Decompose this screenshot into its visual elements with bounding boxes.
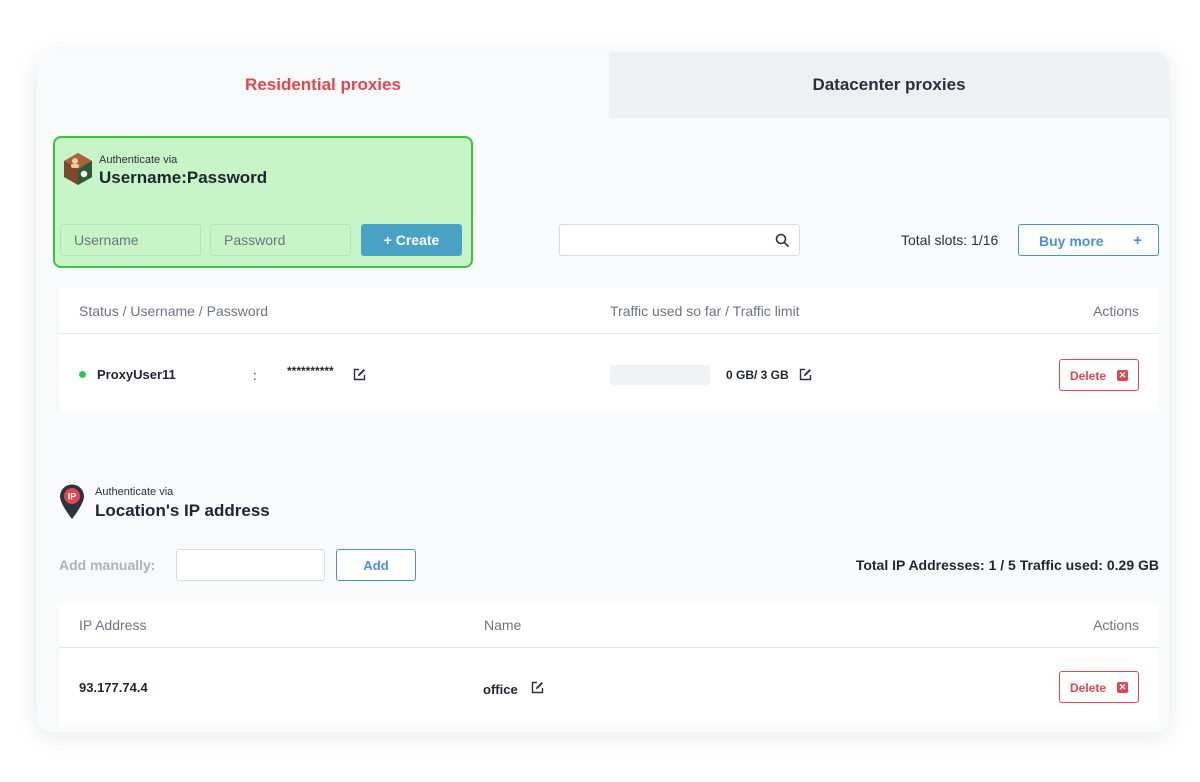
ip-addresses-table: IP Address Name Actions 93.177.74.4 offi… xyxy=(59,602,1159,727)
column-actions: Actions xyxy=(1093,303,1139,319)
create-button[interactable]: + Create xyxy=(361,224,462,256)
delete-user-button[interactable]: Delete ✕ xyxy=(1059,359,1139,391)
total-slots: Total slots: 1/16 xyxy=(901,232,999,248)
ip-address-input[interactable] xyxy=(176,549,325,581)
delete-label: Delete xyxy=(1070,681,1107,695)
userpass-auth-section: Authenticate via Username:Password + Cre… xyxy=(53,136,473,268)
tab-datacenter-proxies[interactable]: Datacenter proxies xyxy=(609,52,1169,118)
buy-more-label: Buy more xyxy=(1039,233,1104,249)
ip-auth-caption: Authenticate via xyxy=(95,486,174,498)
column-status-username-password: Status / Username / Password xyxy=(79,303,269,319)
delete-label: Delete xyxy=(1070,369,1107,383)
add-manually-label: Add manually: xyxy=(59,557,156,573)
map-pin-ip-icon: IP xyxy=(60,484,84,519)
column-ip-address: IP Address xyxy=(79,617,147,633)
proxy-users-table: Status / Username / Password Traffic use… xyxy=(59,288,1159,413)
password-input[interactable] xyxy=(210,224,351,256)
plus-icon: + xyxy=(1133,232,1142,249)
add-ip-button[interactable]: Add xyxy=(336,549,416,581)
table-row: ProxyUser11 : ********** 0 GB/ 3 GB Dele… xyxy=(59,335,1159,413)
username-input[interactable] xyxy=(60,224,201,256)
auth-method-title: Username:Password xyxy=(99,168,268,187)
column-actions: Actions xyxy=(1093,617,1139,633)
status-active-dot xyxy=(79,371,86,378)
close-icon: ✕ xyxy=(1117,682,1128,693)
edit-password-icon[interactable] xyxy=(353,368,366,381)
proxy-password-masked: ********** xyxy=(287,364,334,378)
ip-auth-method-title: Location's IP address xyxy=(95,501,270,520)
close-icon: ✕ xyxy=(1117,370,1128,381)
table-row: 93.177.74.4 office Delete ✕ xyxy=(59,649,1159,727)
search-box xyxy=(559,224,800,256)
traffic-progress-bar xyxy=(610,365,710,385)
proxy-tabs: Residential proxies Datacenter proxies xyxy=(37,52,1169,118)
tab-residential-proxies[interactable]: Residential proxies xyxy=(37,52,609,118)
table-header: Status / Username / Password Traffic use… xyxy=(59,288,1159,334)
search-icon[interactable] xyxy=(775,233,789,247)
ip-name-value: office xyxy=(483,682,518,697)
search-input[interactable] xyxy=(560,225,765,255)
ip-totals: Total IP Addresses: 1 / 5 Traffic used: … xyxy=(855,557,1159,573)
svg-text:IP: IP xyxy=(68,492,77,502)
edit-name-icon[interactable] xyxy=(531,681,544,694)
ip-address-value: 93.177.74.4 xyxy=(79,680,148,695)
auth-caption: Authenticate via xyxy=(99,154,178,166)
table-header: IP Address Name Actions xyxy=(59,602,1159,648)
column-traffic: Traffic used so far / Traffic limit xyxy=(610,303,800,319)
delete-ip-button[interactable]: Delete ✕ xyxy=(1059,671,1139,703)
traffic-used-limit: 0 GB/ 3 GB xyxy=(726,368,789,382)
buy-more-button[interactable]: Buy more + xyxy=(1018,224,1159,256)
hexagon-user-key-icon xyxy=(64,153,92,185)
proxy-panel: Residential proxies Datacenter proxies A… xyxy=(37,52,1169,732)
column-name: Name xyxy=(484,617,522,633)
credential-separator: : xyxy=(253,368,257,383)
proxy-username: ProxyUser11 xyxy=(97,367,176,382)
edit-traffic-limit-icon[interactable] xyxy=(799,368,812,381)
